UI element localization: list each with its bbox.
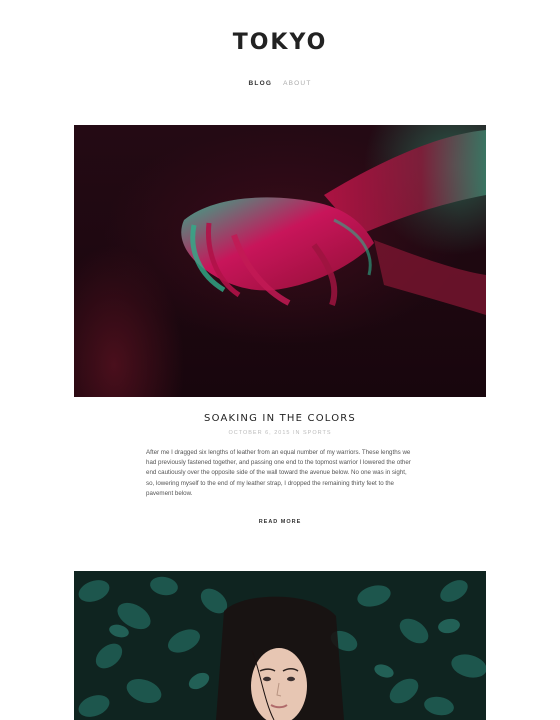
post-meta: OCTOBER 6, 2015 IN SPORTS [228, 430, 332, 436]
nav-blog[interactable]: BLOG [249, 80, 273, 87]
main-nav: BLOG ABOUT [0, 80, 560, 87]
post-title[interactable]: SOAKING IN THE COLORS [0, 413, 560, 424]
featured-image-hands[interactable] [74, 125, 486, 397]
nav-about[interactable]: ABOUT [283, 80, 311, 87]
read-more-link[interactable]: READ MORE [0, 519, 560, 525]
site-title[interactable]: TOKYO [0, 30, 560, 55]
leaves-portrait-illustration [74, 571, 486, 720]
post-excerpt: After me I dragged six lengths of leathe… [146, 449, 411, 497]
featured-image-leaves-portrait[interactable] [74, 571, 486, 720]
hands-illustration [181, 130, 486, 315]
